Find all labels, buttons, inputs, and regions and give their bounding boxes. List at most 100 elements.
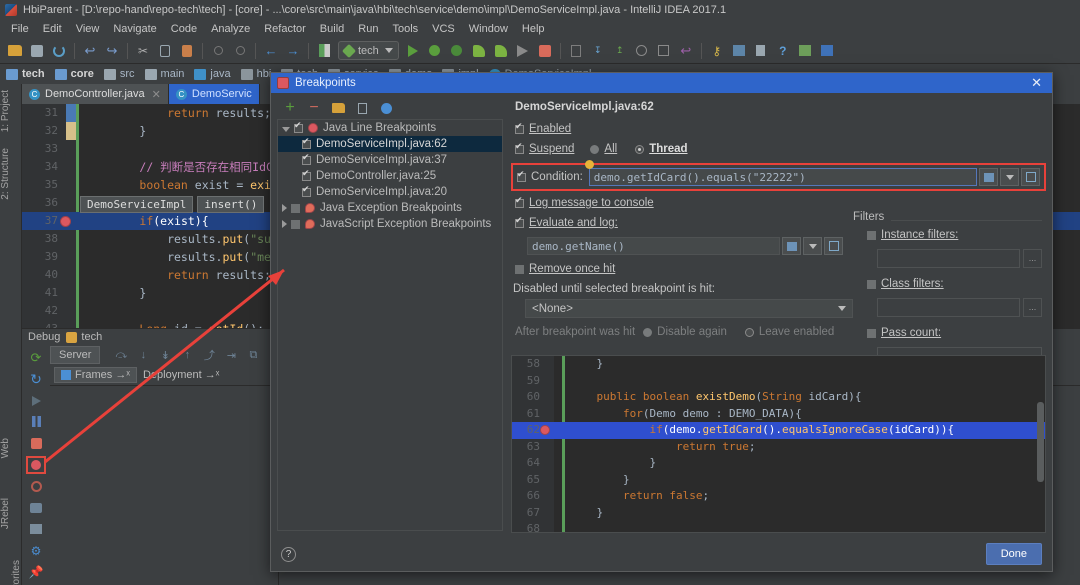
condition-checkbox[interactable]: [517, 169, 526, 182]
menu-item-help[interactable]: Help: [515, 21, 552, 37]
enabled-checkbox[interactable]: [515, 121, 524, 134]
preview-line[interactable]: 65 }: [512, 472, 1045, 489]
run-coverage-icon[interactable]: [447, 41, 467, 61]
debug-icon[interactable]: [425, 41, 445, 61]
run-configuration-selector[interactable]: tech: [338, 41, 399, 60]
help-icon[interactable]: ?: [773, 41, 793, 61]
help-icon[interactable]: ?: [281, 546, 296, 562]
stop-icon[interactable]: [535, 41, 555, 61]
pass-count-row[interactable]: Pass count:: [867, 327, 1042, 339]
cut-icon[interactable]: ✂: [133, 41, 153, 61]
class-filters-browse-button[interactable]: ...: [1023, 298, 1042, 317]
close-icon[interactable]: ✕: [152, 88, 161, 101]
run-to-cursor-icon[interactable]: ⇥: [221, 345, 241, 365]
menu-item-edit[interactable]: Edit: [36, 21, 69, 37]
breakpoint-enabled-checkbox[interactable]: [294, 120, 303, 133]
close-icon[interactable]: ✕: [1027, 76, 1046, 89]
preview-line[interactable]: 62 if(demo.getIdCard().equalsIgnoreCase(…: [512, 422, 1045, 439]
condition-dropdown-icon[interactable]: [1000, 168, 1019, 186]
build-artifact-icon[interactable]: [513, 41, 533, 61]
remove-breakpoint-icon[interactable]: −: [305, 99, 323, 117]
drop-frame-icon[interactable]: ⤴: [199, 345, 219, 365]
instance-filters-browse-button[interactable]: ...: [1023, 249, 1042, 268]
preview-line[interactable]: 67 }: [512, 505, 1045, 522]
breadcrumb-item-tech[interactable]: tech: [6, 68, 45, 80]
preview-scrollbar[interactable]: [1037, 402, 1044, 482]
redo-icon[interactable]: ↪: [102, 41, 122, 61]
instance-filters-checkbox[interactable]: [867, 230, 876, 240]
breadcrumb-item-main[interactable]: main: [144, 68, 184, 80]
class-filters-input[interactable]: [877, 298, 1020, 317]
evaluate-input[interactable]: demo.getName(): [527, 237, 780, 255]
add-breakpoint-icon[interactable]: +: [281, 99, 299, 117]
save-all-icon[interactable]: [27, 41, 47, 61]
resume-icon[interactable]: [26, 392, 46, 409]
chevron-down-icon[interactable]: [282, 126, 290, 132]
update-app-icon[interactable]: [491, 41, 511, 61]
breakpoint-tree-row[interactable]: DemoServiceImpl.java:62: [278, 136, 502, 152]
menu-item-vcs[interactable]: VCS: [425, 21, 462, 37]
ui-designer-icon[interactable]: [817, 41, 837, 61]
group-by-file-icon[interactable]: [329, 99, 347, 117]
back-icon[interactable]: ←: [261, 41, 281, 61]
suspend-row[interactable]: Suspend All Thread: [515, 141, 1046, 155]
preview-line[interactable]: 63 return true;: [512, 439, 1045, 456]
condition-history-icon[interactable]: [979, 168, 998, 186]
key-icon[interactable]: ⚷: [707, 41, 727, 61]
menu-item-build[interactable]: Build: [313, 21, 351, 37]
copy-icon[interactable]: [155, 41, 175, 61]
breakpoint-tree-row[interactable]: DemoServiceImpl.java:20: [278, 184, 502, 200]
breakpoint-enabled-checkbox[interactable]: [302, 168, 311, 181]
menu-item-analyze[interactable]: Analyze: [204, 21, 257, 37]
run-icon[interactable]: [403, 41, 423, 61]
breadcrumb-item-hbi[interactable]: hbi: [240, 68, 271, 80]
suspend-all-radio[interactable]: [590, 144, 600, 154]
restart-icon[interactable]: ↻: [26, 370, 46, 387]
evaluate-expand-icon[interactable]: [824, 237, 843, 255]
breakpoint-tree-row[interactable]: JavaScript Exception Breakpoints: [278, 216, 502, 232]
preview-line[interactable]: 58 }: [512, 356, 1045, 373]
breakpoint-tree-row[interactable]: DemoController.java:25: [278, 168, 502, 184]
done-button[interactable]: Done: [985, 543, 1042, 565]
preview-line[interactable]: 61 for(Demo demo : DEMO_DATA){: [512, 406, 1045, 423]
stop-icon[interactable]: [26, 435, 46, 452]
step-over-icon[interactable]: ⤼: [111, 345, 131, 365]
pass-count-checkbox[interactable]: [867, 328, 876, 338]
preview-line[interactable]: 68: [512, 521, 1045, 532]
preview-line[interactable]: 59: [512, 373, 1045, 390]
breakpoint-enabled-checkbox[interactable]: [291, 219, 300, 229]
enabled-row[interactable]: Enabled: [515, 121, 1046, 135]
find-icon[interactable]: [208, 41, 228, 61]
breakpoints-tree[interactable]: Java Line Breakpoints DemoServiceImpl.jav…: [277, 119, 503, 531]
evaluate-history-icon[interactable]: [782, 237, 801, 255]
undo-icon[interactable]: ↩: [80, 41, 100, 61]
suspend-checkbox[interactable]: [515, 141, 524, 154]
breakpoint-enabled-checkbox[interactable]: [302, 184, 311, 197]
log-message-row[interactable]: Log message to console: [515, 195, 1046, 209]
sidebar-item-structure[interactable]: 2: Structure: [0, 142, 11, 206]
evaluate-checkbox[interactable]: [515, 215, 524, 228]
chevron-right-icon[interactable]: [282, 204, 287, 212]
breadcrumb-item-src[interactable]: src: [103, 68, 135, 80]
step-out-icon[interactable]: ↑: [177, 345, 197, 365]
tab-server[interactable]: Server: [50, 346, 101, 364]
tab-demo-controller[interactable]: C DemoController.java ✕: [22, 84, 169, 104]
breakpoints-icon[interactable]: [566, 41, 586, 61]
tab-demo-service-impl[interactable]: C DemoServic: [168, 84, 260, 104]
sidebar-item-favorites[interactable]: 2: Favorites: [0, 554, 22, 585]
log-message-checkbox[interactable]: [515, 195, 524, 208]
breakpoint-enabled-checkbox[interactable]: [302, 152, 311, 165]
step-into-icon[interactable]: ↓: [133, 345, 153, 365]
condition-input[interactable]: demo.getIdCard().equals("22222"): [588, 168, 977, 186]
pin-icon[interactable]: 📌: [26, 564, 46, 581]
menu-item-refactor[interactable]: Refactor: [257, 21, 313, 37]
history-icon[interactable]: [632, 41, 652, 61]
breakpoint-enabled-checkbox[interactable]: [302, 136, 311, 149]
mute-breakpoints-icon[interactable]: [377, 99, 395, 117]
chevron-right-icon[interactable]: [282, 220, 287, 228]
menu-item-view[interactable]: View: [69, 21, 107, 37]
layout-icon[interactable]: [26, 521, 46, 538]
instance-filters-input[interactable]: [877, 249, 1020, 268]
evaluate-dropdown-icon[interactable]: [803, 237, 822, 255]
ant-icon[interactable]: [751, 41, 771, 61]
